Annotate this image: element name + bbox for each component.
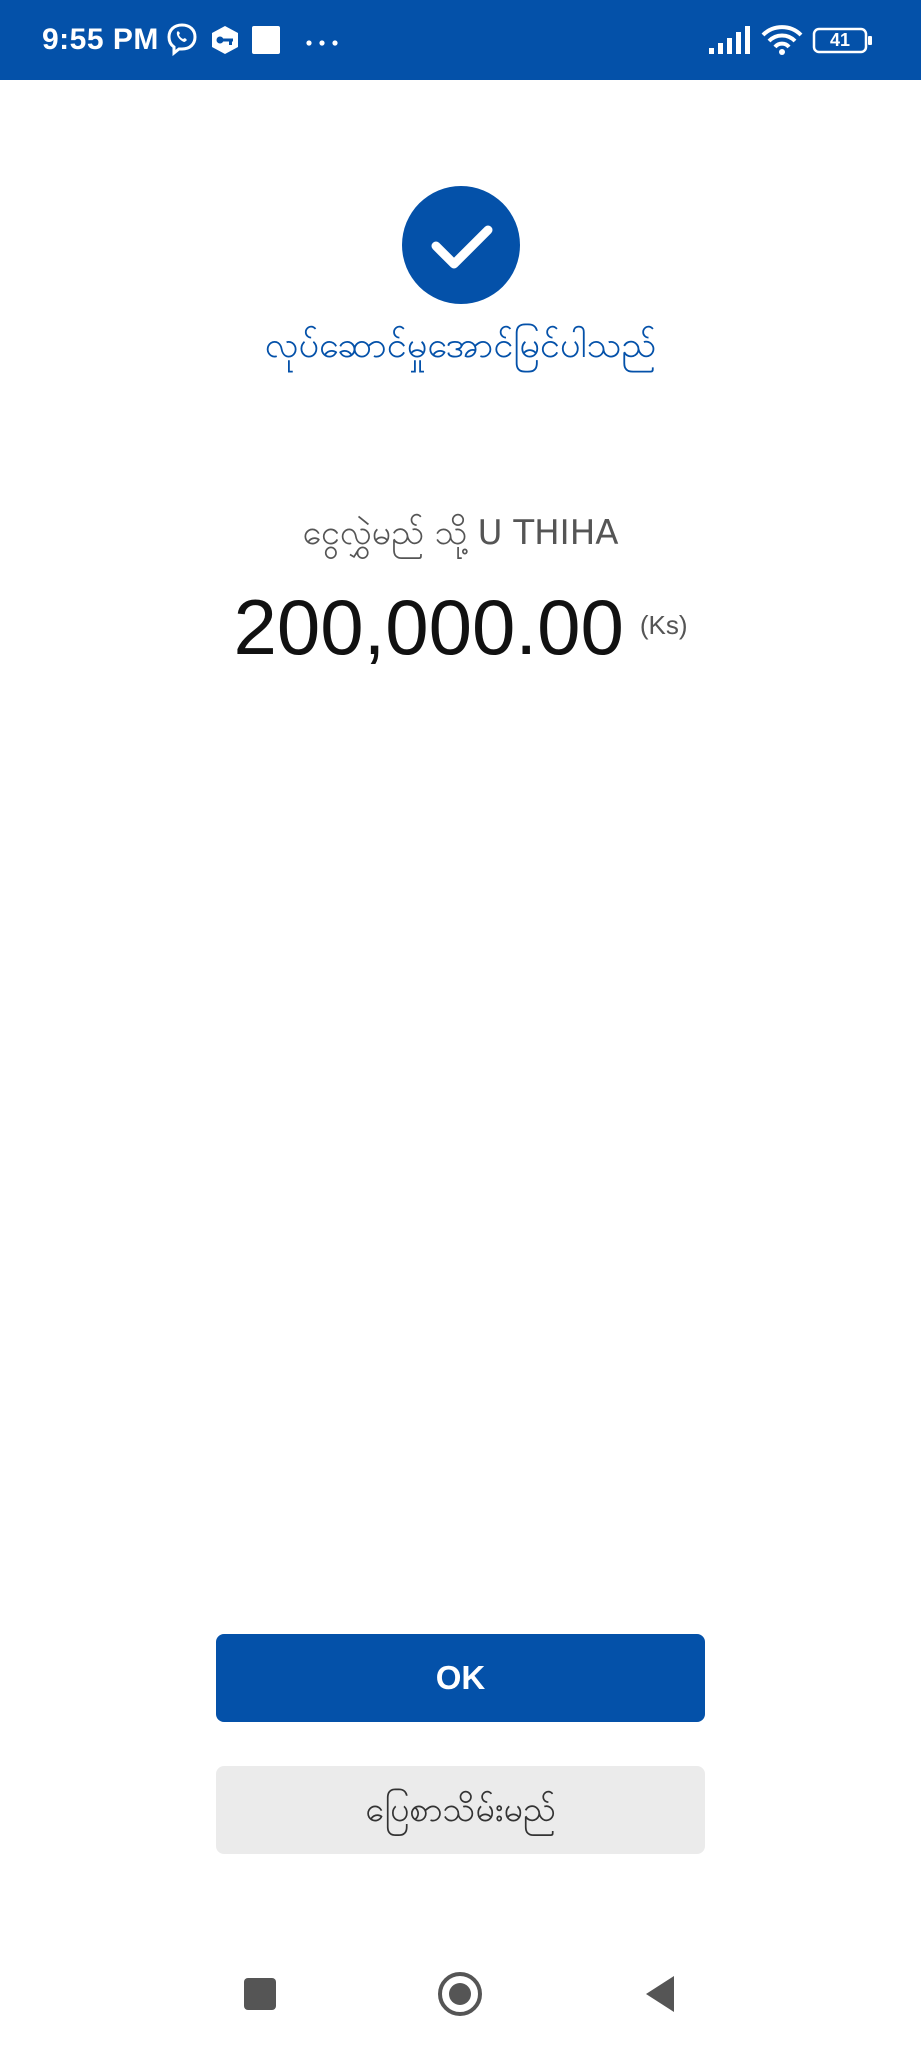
transfer-amount: 200,000.00 xyxy=(233,583,624,671)
currency-label: (Ks) xyxy=(639,610,688,640)
status-bar: 9:55 PM 41 xyxy=(0,0,921,80)
transfer-success-screen: 9:55 PM 41 လုပ်ဆောင်မှုအောင်မြင်ပါသည် ငွ… xyxy=(0,0,921,2048)
back-icon[interactable] xyxy=(634,1966,690,2022)
checkmark-icon xyxy=(431,225,493,269)
amount-row: 200,000.00 (Ks) xyxy=(0,582,921,672)
save-receipt-button[interactable]: ပြေစာသိမ်းမည် xyxy=(216,1766,705,1854)
success-message: လုပ်ဆောင်မှုအောင်မြင်ပါသည် xyxy=(264,325,657,366)
home-icon[interactable] xyxy=(432,1966,488,2022)
more-dots-icon xyxy=(304,22,340,58)
wifi-icon xyxy=(760,22,804,58)
app-square-icon xyxy=(251,22,281,58)
recent-apps-icon[interactable] xyxy=(232,1966,288,2022)
battery-level: 41 xyxy=(829,30,851,50)
ok-button[interactable]: OK xyxy=(216,1634,705,1722)
vpn-key-icon xyxy=(208,22,242,58)
signal-icon xyxy=(708,22,752,58)
system-nav-bar xyxy=(0,1940,921,2048)
recipient-name: U THIHA xyxy=(477,513,619,553)
success-badge xyxy=(402,186,520,304)
recipient-line: ငွေလွှဲမည် သို့ U THIHA xyxy=(0,505,921,561)
recipient-prefix: ငွေလွှဲမည် သို့ xyxy=(302,513,468,553)
status-time: 9:55 PM xyxy=(42,23,159,56)
viber-icon xyxy=(166,22,198,58)
battery-icon: 41 xyxy=(812,22,874,58)
